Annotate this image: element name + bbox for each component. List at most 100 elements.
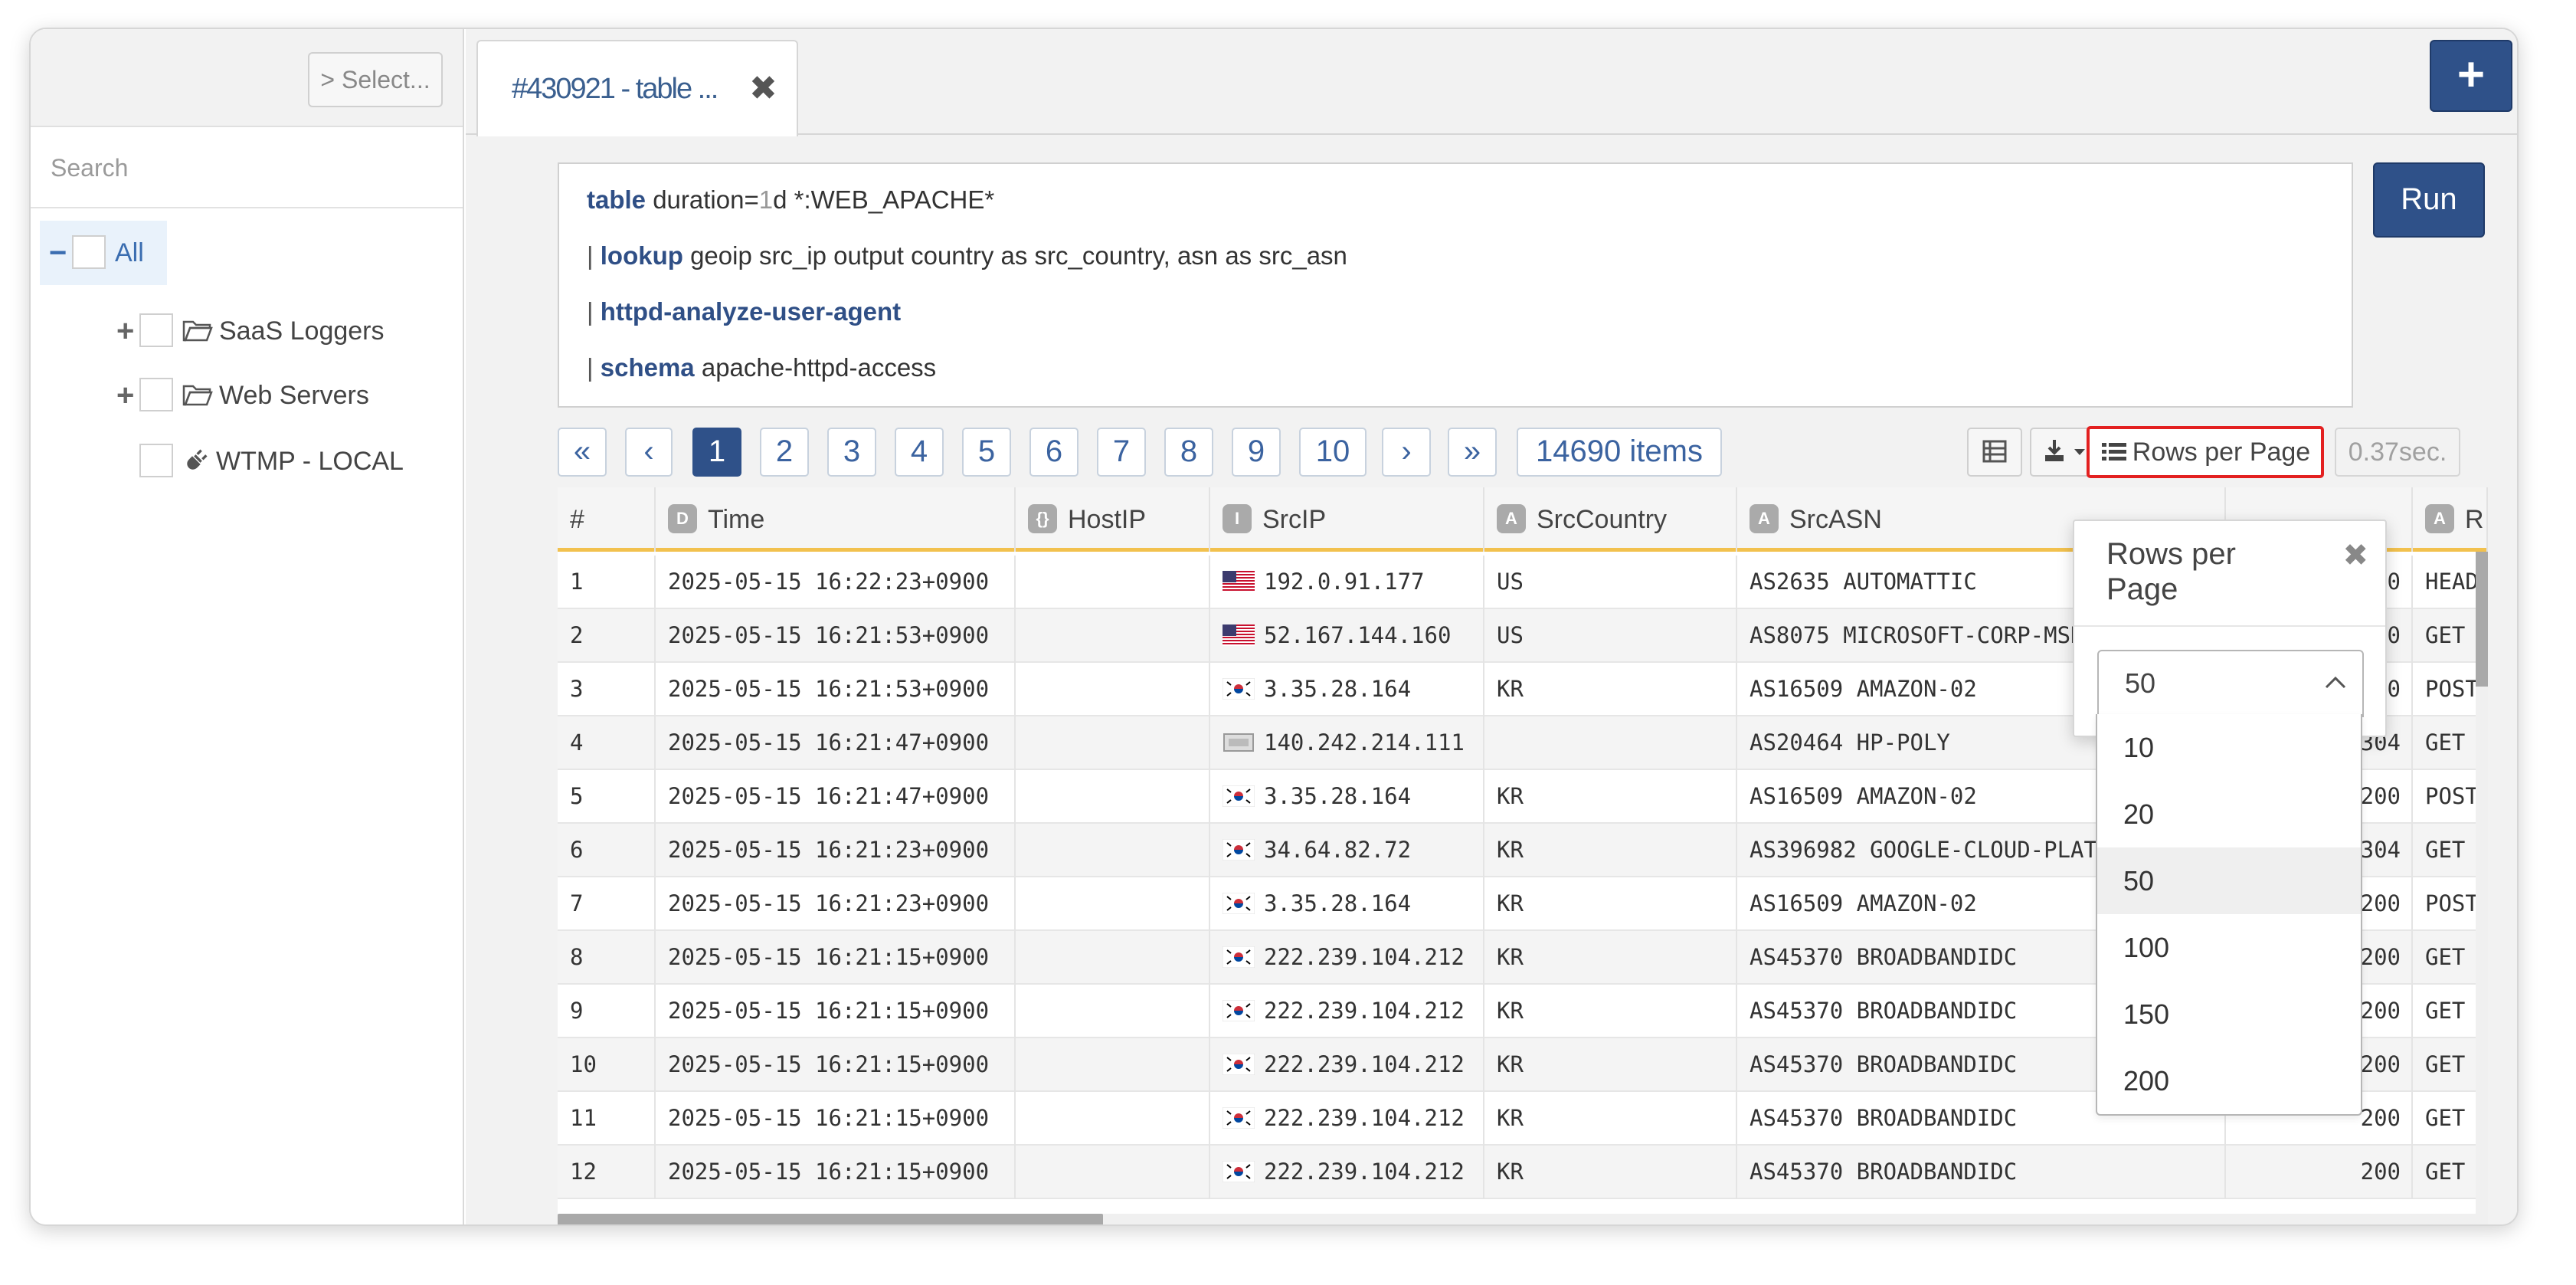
tree-label-all: All <box>115 238 144 267</box>
rows-option[interactable]: 150 <box>2097 981 2361 1047</box>
prev-page-button[interactable]: ‹ <box>625 428 673 477</box>
rows-per-page-select[interactable]: 50 <box>2097 650 2364 717</box>
table-cell: 34.64.82.72 <box>1210 824 1484 877</box>
query-text: d *:WEB_APACHE* <box>773 185 995 214</box>
last-page-button[interactable]: » <box>1448 428 1497 477</box>
vertical-scrollbar[interactable] <box>2476 552 2488 1214</box>
table-cell: 2025-05-15 16:21:15+0900 <box>656 1146 1016 1199</box>
page-button-8[interactable]: 8 <box>1164 428 1213 477</box>
tree-checkbox-saas-loggers[interactable] <box>139 313 173 348</box>
page-button-4[interactable]: 4 <box>895 428 944 477</box>
flag-kr-icon <box>1223 785 1255 807</box>
query-editor[interactable]: table duration=1d *:WEB_APACHE* | lookup… <box>558 162 2353 408</box>
table-cell: 7 <box>558 877 656 931</box>
tree-item-wtmp-local[interactable]: WTMP - LOCAL <box>139 429 404 493</box>
table-cell: KR <box>1484 770 1737 824</box>
rows-per-page-options: 10 20 50 100 150 200 <box>2096 714 2362 1116</box>
table-cell <box>1016 556 1210 609</box>
column-header[interactable]: AR <box>2413 487 2488 552</box>
run-button[interactable]: Run <box>2373 162 2485 238</box>
table-cell: 8 <box>558 931 656 985</box>
horizontal-scroll-thumb[interactable] <box>558 1214 1103 1224</box>
type-badge: A <box>2425 504 2454 534</box>
table-cell: 1 <box>558 556 656 609</box>
column-header[interactable]: D Time <box>656 487 1016 552</box>
close-icon[interactable]: ✖ <box>749 41 777 136</box>
tree-checkbox-wtmp-local[interactable] <box>139 444 173 478</box>
query-pipe: | <box>587 353 601 382</box>
rows-option[interactable]: 10 <box>2097 714 2361 781</box>
table-cell: AS45370 BROADBANDIDC <box>1737 1146 2226 1199</box>
table-cell <box>1016 1146 1210 1199</box>
flag-kr-icon <box>1223 1161 1255 1182</box>
tab-title: #430921 - table ... <box>512 73 718 105</box>
page-button-9[interactable]: 9 <box>1232 428 1281 477</box>
table-cell: 2025-05-15 16:21:47+0900 <box>656 716 1016 770</box>
columns-icon <box>1982 440 2007 463</box>
horizontal-scrollbar[interactable] <box>558 1214 2488 1224</box>
table-cell: 222.239.104.212 <box>1210 985 1484 1038</box>
rows-option[interactable]: 50 <box>2097 847 2361 914</box>
table-cell <box>1016 609 1210 663</box>
page-button-7[interactable]: 7 <box>1097 428 1146 477</box>
table-cell <box>1016 716 1210 770</box>
rows-option[interactable]: 100 <box>2097 914 2361 981</box>
page-button-3[interactable]: 3 <box>827 428 876 477</box>
query-line: | httpd-analyze-user-agent <box>587 284 2352 339</box>
column-header[interactable]: {} HostIP <box>1016 487 1210 552</box>
tree-checkbox-all[interactable] <box>72 235 106 270</box>
cell-text: 222.239.104.212 <box>1264 1105 1465 1131</box>
tree-item-all[interactable]: − All <box>40 221 167 285</box>
table-cell <box>1016 770 1210 824</box>
rows-per-page-button[interactable]: Rows per Page <box>2087 426 2324 478</box>
collapse-icon[interactable]: − <box>49 221 72 285</box>
first-page-button[interactable]: « <box>558 428 607 477</box>
flag-kr-icon <box>1223 839 1255 860</box>
table-cell: 222.239.104.212 <box>1210 1146 1484 1199</box>
rows-per-page-label: Rows per Page <box>2132 438 2311 467</box>
flag-kr-icon <box>1223 893 1255 914</box>
table-cell: 6 <box>558 824 656 877</box>
next-page-button[interactable]: › <box>1382 428 1431 477</box>
table-cell: 3.35.28.164 <box>1210 663 1484 716</box>
vertical-scroll-thumb[interactable] <box>2476 552 2488 687</box>
table-cell: 9 <box>558 985 656 1038</box>
tree-item-saas-loggers[interactable]: + SaaS Loggers <box>116 299 385 363</box>
query-number: 1 <box>758 185 774 214</box>
rows-option[interactable]: 20 <box>2097 781 2361 847</box>
type-badge: A <box>1497 504 1526 534</box>
query-line: table duration=1d *:WEB_APACHE* <box>587 172 2352 228</box>
columns-button[interactable] <box>1967 428 2022 477</box>
page-button-5[interactable]: 5 <box>962 428 1011 477</box>
expand-icon[interactable]: + <box>116 363 139 428</box>
cell-text: 34.64.82.72 <box>1264 837 1412 863</box>
select-value: 50 <box>2125 667 2156 699</box>
select-button[interactable]: > Select... <box>308 52 443 107</box>
table-cell: 2025-05-15 16:21:15+0900 <box>656 1092 1016 1146</box>
tree-item-web-servers[interactable]: + Web Servers <box>116 363 369 428</box>
column-header[interactable]: I SrcIP <box>1210 487 1484 552</box>
add-tab-button[interactable]: + <box>2430 40 2512 112</box>
table-cell: KR <box>1484 931 1737 985</box>
query-text: apache-httpd-access <box>694 353 937 382</box>
table-cell: 5 <box>558 770 656 824</box>
expand-icon[interactable]: + <box>116 299 139 363</box>
tree-checkbox-web-servers[interactable] <box>139 378 173 412</box>
close-icon[interactable]: ✖ <box>2342 538 2368 573</box>
table-cell: US <box>1484 609 1737 663</box>
rows-option[interactable]: 200 <box>2097 1047 2361 1114</box>
column-header[interactable]: A SrcCountry <box>1484 487 1737 552</box>
tab-query[interactable]: #430921 - table ... ✖ <box>476 40 798 136</box>
flag-us-icon <box>1223 624 1255 646</box>
rows-per-page-popover: Rows per Page ✖ 50 <box>2073 520 2387 737</box>
column-header[interactable]: # <box>558 487 656 552</box>
table-row[interactable]: 12 2025-05-15 16:21:15+0900 222.239.104.21… <box>558 1146 2488 1199</box>
page-button-2[interactable]: 2 <box>760 428 809 477</box>
page-button-1[interactable]: 1 <box>692 428 741 477</box>
page-button-6[interactable]: 6 <box>1029 428 1079 477</box>
flag-kr-icon <box>1223 1107 1255 1129</box>
column-label: Time <box>708 505 765 534</box>
page-button-10[interactable]: 10 <box>1299 428 1367 477</box>
table-cell: KR <box>1484 1038 1737 1092</box>
sidebar-search-input[interactable]: Search <box>31 127 463 208</box>
